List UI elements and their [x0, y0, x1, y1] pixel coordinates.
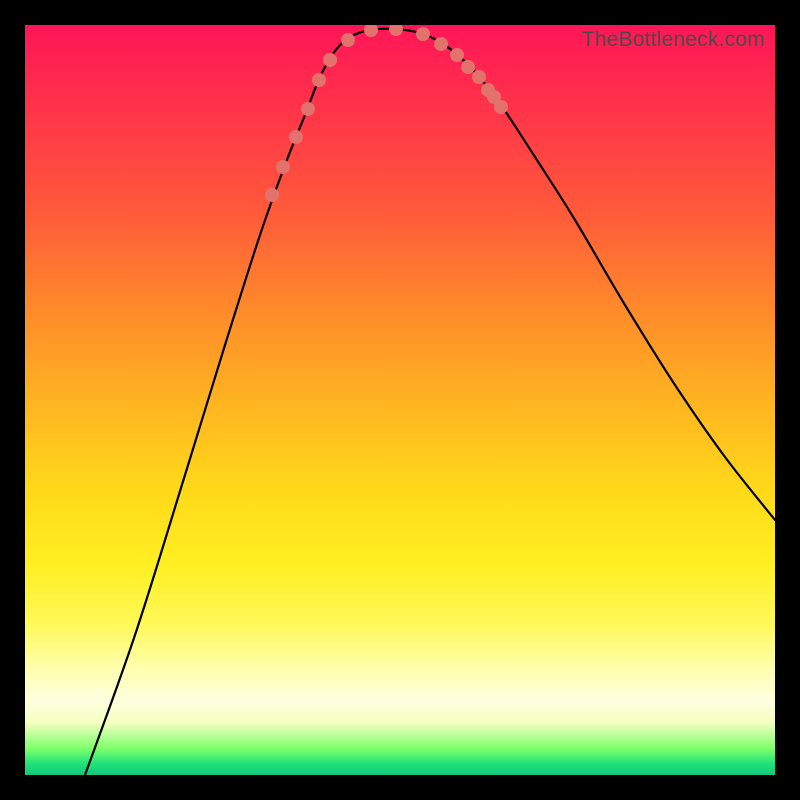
stress-point-marker	[472, 70, 486, 84]
stress-point-marker	[450, 48, 464, 62]
stress-point-marker	[461, 60, 475, 74]
stress-point-marker	[265, 188, 279, 202]
stress-point-marker	[323, 53, 337, 67]
stress-point-marker	[389, 25, 403, 36]
stress-point-marker	[494, 100, 508, 114]
stress-point-marker	[434, 37, 448, 51]
stress-point-marker	[312, 73, 326, 87]
stress-point-marker	[416, 27, 430, 41]
curve-layer	[25, 25, 775, 775]
chart-frame: TheBottleneck.com	[0, 0, 800, 800]
stress-point-marker	[276, 160, 290, 174]
plot-area: TheBottleneck.com	[25, 25, 775, 775]
stress-point-marker	[341, 33, 355, 47]
stress-point-marker	[289, 130, 303, 144]
stress-point-marker	[301, 102, 315, 116]
stress-point-markers	[265, 25, 508, 202]
bottleneck-curve	[85, 29, 775, 775]
stress-point-marker	[364, 25, 378, 37]
